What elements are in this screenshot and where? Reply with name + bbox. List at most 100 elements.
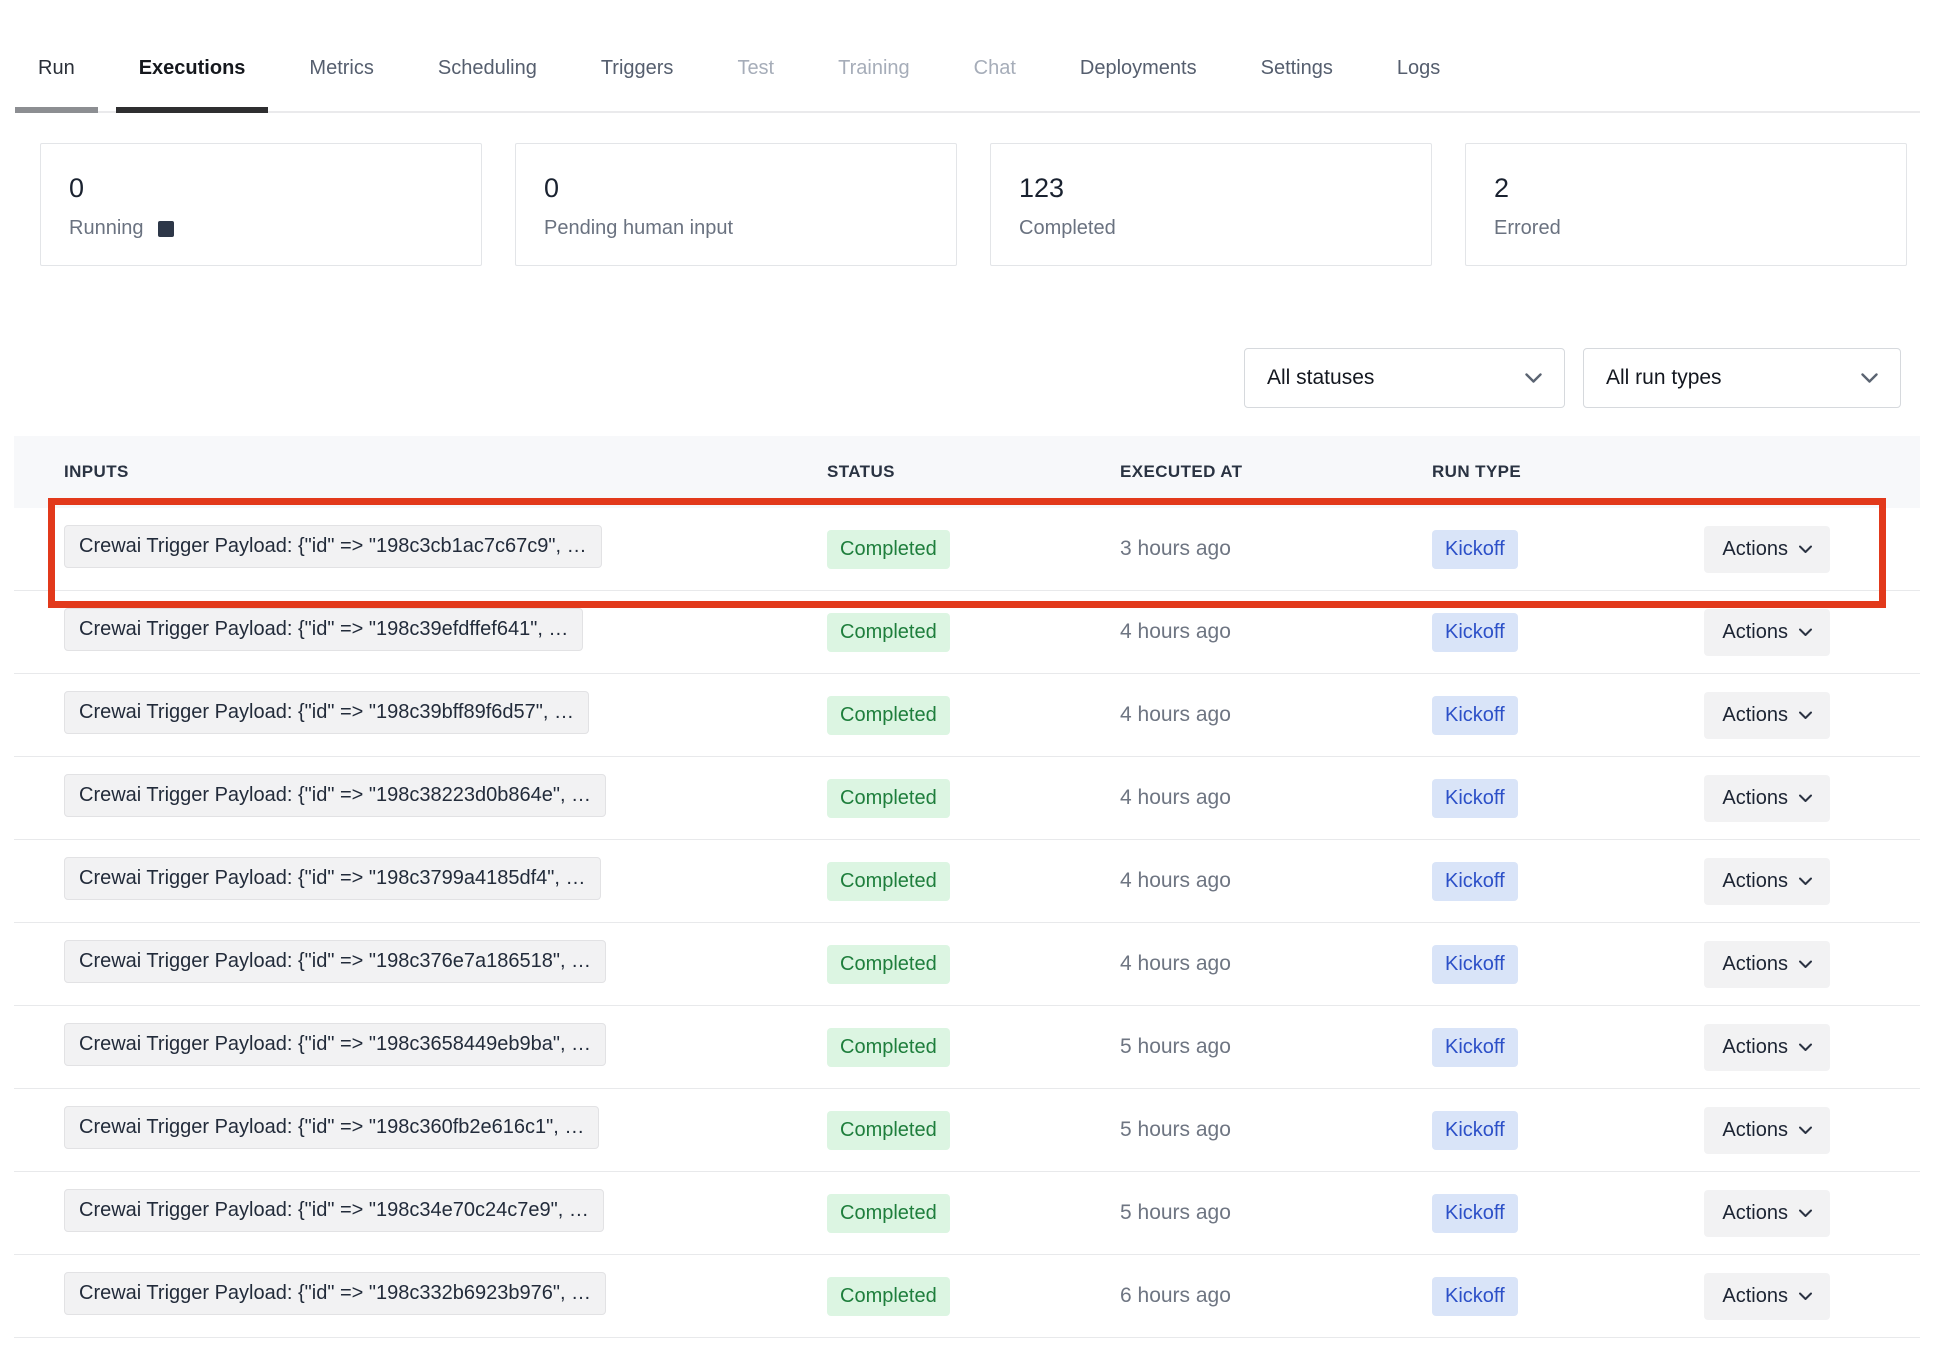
- tab-deployments[interactable]: Deployments: [1057, 56, 1220, 113]
- executed-at-text: 5 hours ago: [1120, 1035, 1432, 1059]
- stat-value: 0: [544, 173, 956, 204]
- tab-training: Training: [815, 56, 933, 113]
- table-row[interactable]: Crewai Trigger Payload: {"id" => "198c3c…: [14, 508, 1920, 591]
- chevron-down-icon: [1861, 373, 1878, 384]
- run-type-badge: Kickoff: [1432, 1277, 1518, 1316]
- stat-value: 123: [1019, 173, 1431, 204]
- run-type-badge: Kickoff: [1432, 779, 1518, 818]
- actions-button[interactable]: Actions: [1704, 1190, 1830, 1237]
- status-badge: Completed: [827, 862, 950, 901]
- tab-test: Test: [714, 56, 797, 113]
- column-header-run-type: RUN TYPE: [1432, 462, 1695, 482]
- stat-value: 0: [69, 173, 481, 204]
- actions-button[interactable]: Actions: [1704, 1107, 1830, 1154]
- input-payload-chip[interactable]: Crewai Trigger Payload: {"id" => "198c34…: [64, 1189, 604, 1232]
- stop-square-icon: [158, 221, 174, 237]
- executed-at-text: 4 hours ago: [1120, 703, 1432, 727]
- input-payload-chip[interactable]: Crewai Trigger Payload: {"id" => "198c33…: [64, 1272, 606, 1315]
- tab-run[interactable]: Run: [15, 56, 98, 113]
- input-payload-chip[interactable]: Crewai Trigger Payload: {"id" => "198c36…: [64, 1106, 599, 1149]
- actions-button[interactable]: Actions: [1704, 692, 1830, 739]
- chevron-down-icon: [1799, 1126, 1812, 1135]
- table-row[interactable]: Crewai Trigger Payload: {"id" => "198c38…: [14, 757, 1920, 840]
- run-type-badge: Kickoff: [1432, 696, 1518, 735]
- tab-executions[interactable]: Executions: [116, 56, 269, 113]
- chevron-down-icon: [1799, 960, 1812, 969]
- executions-table: INPUTS STATUS EXECUTED AT RUN TYPE Crewa…: [14, 436, 1920, 1338]
- status-badge: Completed: [827, 779, 950, 818]
- executed-at-text: 4 hours ago: [1120, 869, 1432, 893]
- tab-chat: Chat: [951, 56, 1039, 113]
- table-row[interactable]: Crewai Trigger Payload: {"id" => "198c34…: [14, 1172, 1920, 1255]
- input-payload-chip[interactable]: Crewai Trigger Payload: {"id" => "198c36…: [64, 1023, 606, 1066]
- stats-cards: 0 Running 0 Pending human input 123 Comp…: [40, 143, 1907, 266]
- table-body: Crewai Trigger Payload: {"id" => "198c3c…: [14, 508, 1920, 1338]
- executed-at-text: 5 hours ago: [1120, 1201, 1432, 1225]
- stat-label: Running: [69, 217, 144, 240]
- table-row[interactable]: Crewai Trigger Payload: {"id" => "198c37…: [14, 840, 1920, 923]
- run-type-filter-select[interactable]: All run types: [1583, 348, 1901, 408]
- run-type-badge: Kickoff: [1432, 1194, 1518, 1233]
- actions-button[interactable]: Actions: [1704, 526, 1830, 573]
- executed-at-text: 6 hours ago: [1120, 1284, 1432, 1308]
- tab-scheduling[interactable]: Scheduling: [415, 56, 560, 113]
- input-payload-chip[interactable]: Crewai Trigger Payload: {"id" => "198c37…: [64, 857, 601, 900]
- filters-row: All statuses All run types: [0, 348, 1901, 408]
- actions-button[interactable]: Actions: [1704, 1024, 1830, 1071]
- chevron-down-icon: [1799, 877, 1812, 886]
- table-row[interactable]: Crewai Trigger Payload: {"id" => "198c36…: [14, 1006, 1920, 1089]
- table-row[interactable]: Crewai Trigger Payload: {"id" => "198c36…: [14, 1089, 1920, 1172]
- status-filter-select[interactable]: All statuses: [1244, 348, 1565, 408]
- tab-triggers[interactable]: Triggers: [578, 56, 697, 113]
- run-type-badge: Kickoff: [1432, 530, 1518, 569]
- stat-card-running: 0 Running: [40, 143, 482, 266]
- input-payload-chip[interactable]: Crewai Trigger Payload: {"id" => "198c38…: [64, 774, 606, 817]
- chevron-down-icon: [1799, 794, 1812, 803]
- stat-label: Completed: [1019, 217, 1116, 240]
- tab-metrics[interactable]: Metrics: [286, 56, 396, 113]
- run-type-badge: Kickoff: [1432, 613, 1518, 652]
- status-badge: Completed: [827, 530, 950, 569]
- executed-at-text: 3 hours ago: [1120, 537, 1432, 561]
- column-header-inputs: INPUTS: [64, 462, 827, 482]
- input-payload-chip[interactable]: Crewai Trigger Payload: {"id" => "198c37…: [64, 940, 606, 983]
- table-row[interactable]: Crewai Trigger Payload: {"id" => "198c39…: [14, 674, 1920, 757]
- status-badge: Completed: [827, 1277, 950, 1316]
- stat-card-completed: 123 Completed: [990, 143, 1432, 266]
- chevron-down-icon: [1525, 373, 1542, 384]
- run-type-badge: Kickoff: [1432, 1028, 1518, 1067]
- input-payload-chip[interactable]: Crewai Trigger Payload: {"id" => "198c39…: [64, 608, 583, 651]
- chevron-down-icon: [1799, 1209, 1812, 1218]
- status-badge: Completed: [827, 1028, 950, 1067]
- actions-button[interactable]: Actions: [1704, 775, 1830, 822]
- chevron-down-icon: [1799, 1043, 1812, 1052]
- stat-card-errored: 2 Errored: [1465, 143, 1907, 266]
- tab-bar: Run Executions Metrics Scheduling Trigge…: [15, 0, 1920, 113]
- stat-label: Errored: [1494, 217, 1561, 240]
- actions-button[interactable]: Actions: [1704, 858, 1830, 905]
- run-type-badge: Kickoff: [1432, 862, 1518, 901]
- input-payload-chip[interactable]: Crewai Trigger Payload: {"id" => "198c39…: [64, 691, 589, 734]
- chevron-down-icon: [1799, 628, 1812, 637]
- tab-logs[interactable]: Logs: [1374, 56, 1463, 113]
- column-header-executed-at: EXECUTED AT: [1120, 462, 1432, 482]
- chevron-down-icon: [1799, 1292, 1812, 1301]
- tab-settings[interactable]: Settings: [1238, 56, 1356, 113]
- actions-button[interactable]: Actions: [1704, 941, 1830, 988]
- executed-at-text: 4 hours ago: [1120, 620, 1432, 644]
- run-type-badge: Kickoff: [1432, 1111, 1518, 1150]
- table-header: INPUTS STATUS EXECUTED AT RUN TYPE: [14, 436, 1920, 508]
- status-badge: Completed: [827, 1111, 950, 1150]
- table-row[interactable]: Crewai Trigger Payload: {"id" => "198c37…: [14, 923, 1920, 1006]
- actions-button[interactable]: Actions: [1704, 609, 1830, 656]
- status-filter-value: All statuses: [1267, 366, 1374, 390]
- table-row[interactable]: Crewai Trigger Payload: {"id" => "198c39…: [14, 591, 1920, 674]
- table-row[interactable]: Crewai Trigger Payload: {"id" => "198c33…: [14, 1255, 1920, 1338]
- actions-button[interactable]: Actions: [1704, 1273, 1830, 1320]
- run-type-badge: Kickoff: [1432, 945, 1518, 984]
- status-badge: Completed: [827, 945, 950, 984]
- input-payload-chip[interactable]: Crewai Trigger Payload: {"id" => "198c3c…: [64, 525, 602, 568]
- stat-value: 2: [1494, 173, 1906, 204]
- status-badge: Completed: [827, 696, 950, 735]
- stat-label: Pending human input: [544, 217, 733, 240]
